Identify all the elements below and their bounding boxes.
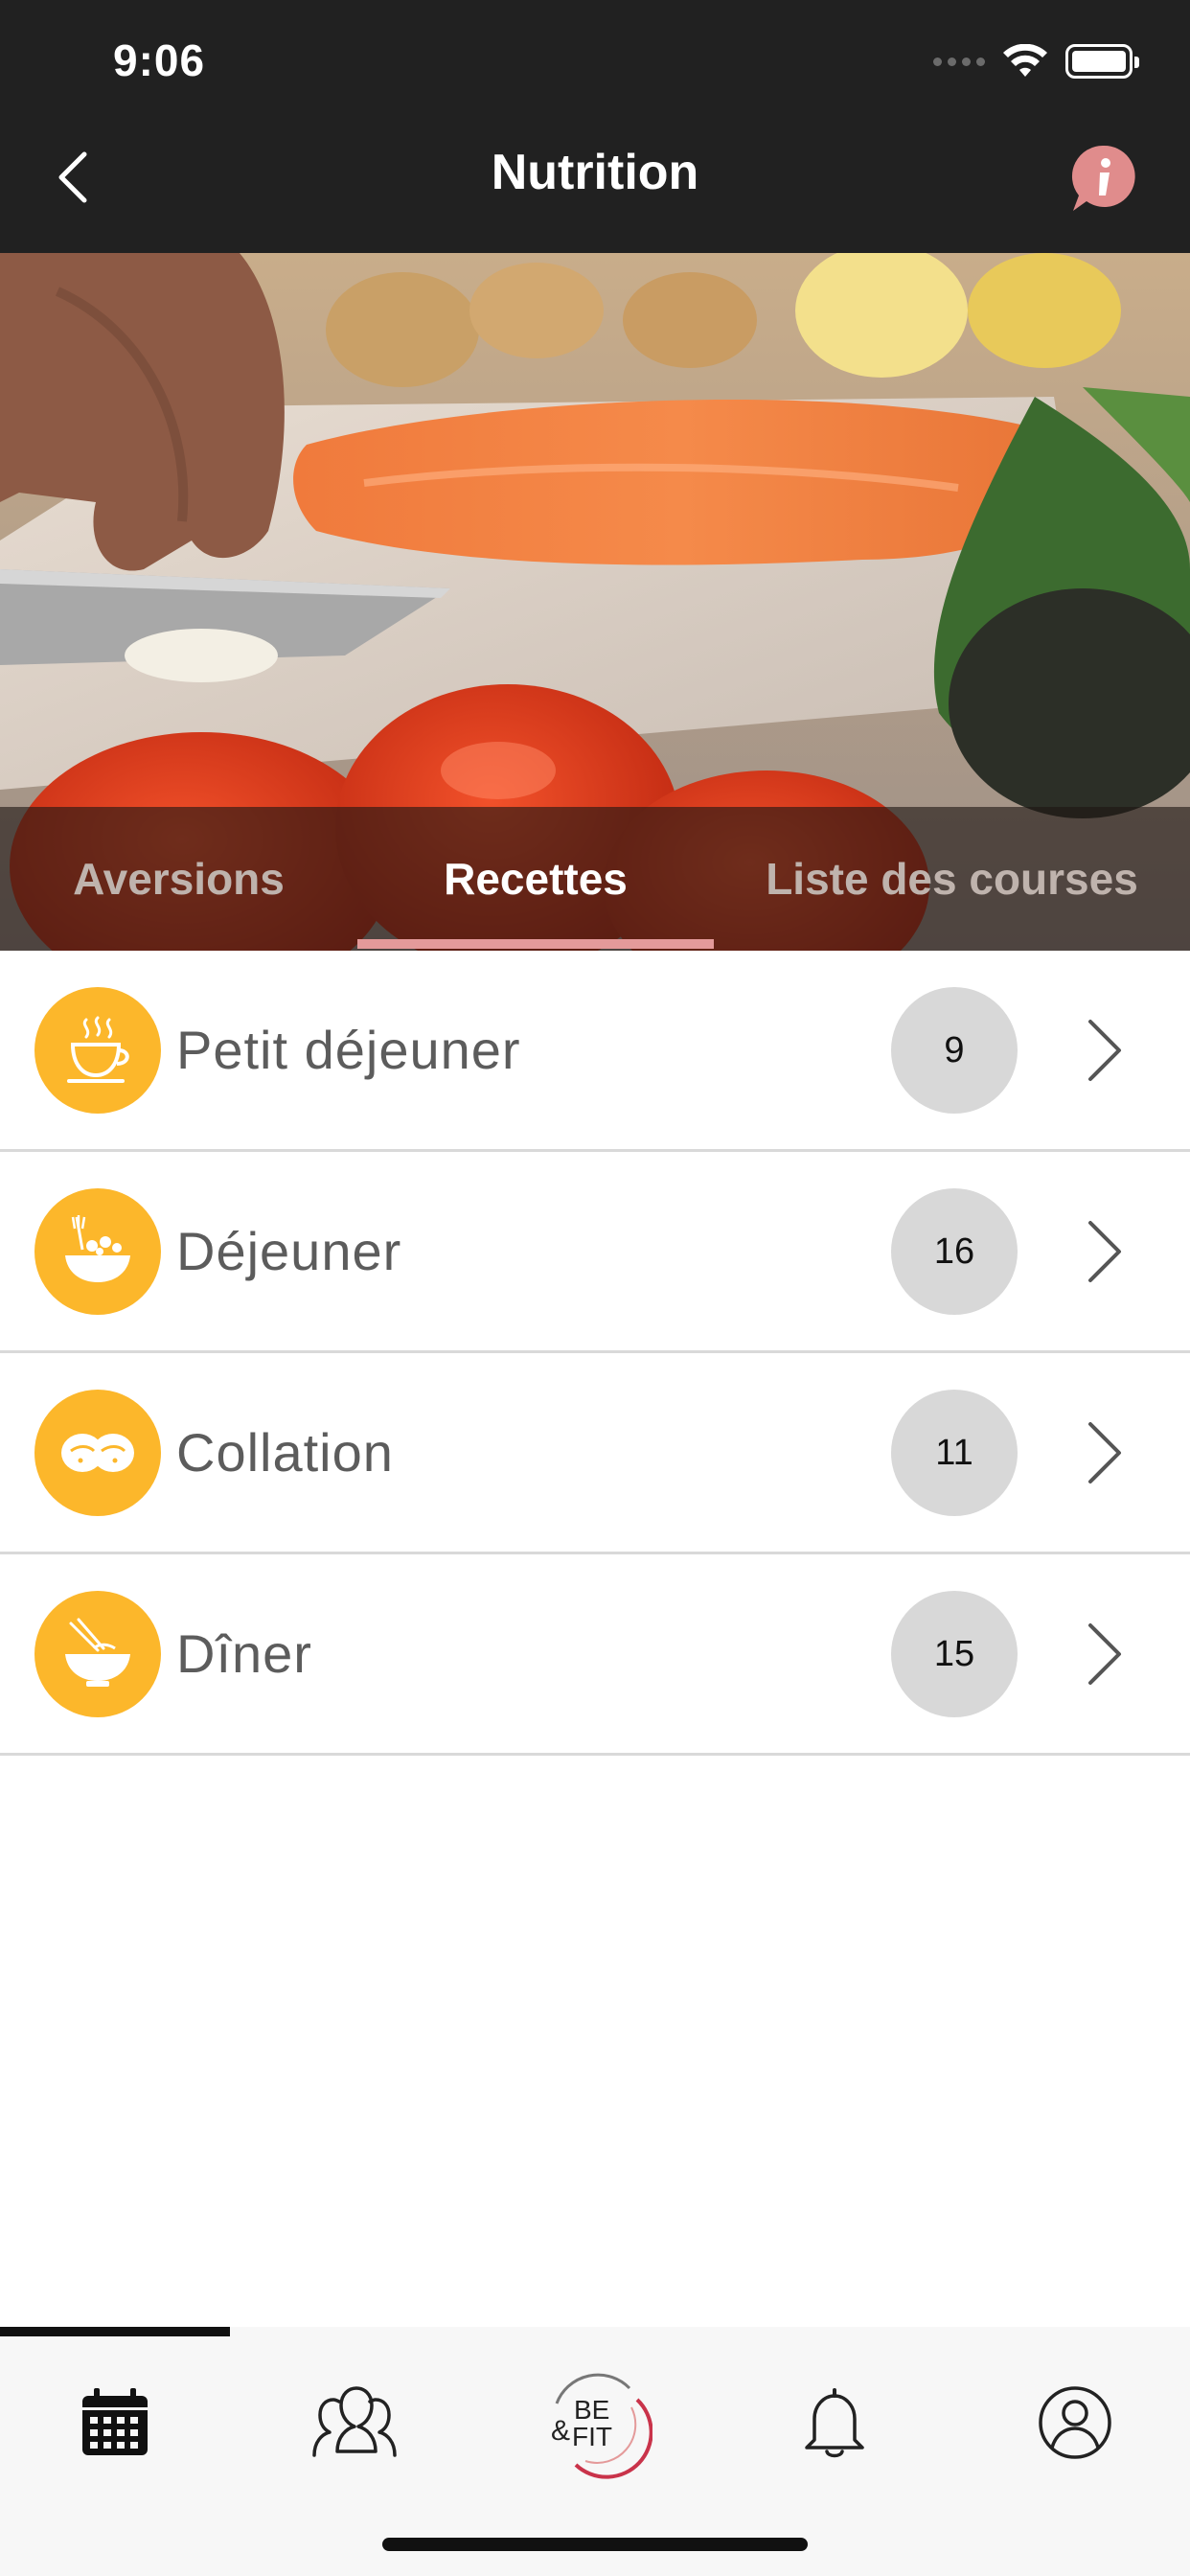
row-label: Dîner xyxy=(176,1623,312,1684)
list-item-petit-dejeuner[interactable]: Petit déjeuner 9 xyxy=(0,951,1190,1152)
bell-icon xyxy=(805,2388,864,2458)
svg-text:FIT: FIT xyxy=(572,2422,612,2451)
be-and-fit-logo: BE & FIT xyxy=(551,2373,652,2479)
count-badge: 16 xyxy=(891,1188,1018,1315)
active-tab-indicator xyxy=(357,939,714,949)
row-label: Collation xyxy=(176,1422,394,1483)
svg-text:BE: BE xyxy=(574,2395,609,2425)
calendar-icon xyxy=(82,2388,148,2455)
chevron-right-icon xyxy=(1088,1020,1121,1081)
cellular-signal-icon xyxy=(933,57,985,66)
tab-be-and-fit[interactable]: BE & FIT xyxy=(538,2365,652,2480)
tab-calendar[interactable] xyxy=(57,2365,172,2480)
count-badge: 11 xyxy=(891,1390,1018,1516)
tab-notifications[interactable] xyxy=(777,2365,892,2480)
salad-bowl-icon xyxy=(34,1188,161,1315)
page-title: Nutrition xyxy=(491,145,699,200)
tab-aversions[interactable]: Aversions xyxy=(0,807,357,951)
status-indicators xyxy=(933,42,1139,80)
active-tab-indicator xyxy=(0,2327,230,2336)
battery-icon xyxy=(1065,44,1139,79)
row-label: Petit déjeuner xyxy=(176,1020,521,1080)
segment-tabs: Aversions Recettes Liste des courses xyxy=(0,807,1190,951)
tab-liste-des-courses[interactable]: Liste des courses xyxy=(714,807,1190,951)
count-badge: 9 xyxy=(891,987,1018,1114)
chevron-right-icon xyxy=(1088,1422,1121,1484)
count-badge: 15 xyxy=(891,1591,1018,1717)
community-icon xyxy=(312,2386,397,2457)
list-item-collation[interactable]: Collation 11 xyxy=(0,1353,1190,1554)
wifi-icon xyxy=(1003,44,1047,77)
info-button[interactable] xyxy=(1067,142,1140,215)
cookies-icon xyxy=(34,1390,161,1516)
info-bubble-icon xyxy=(1071,145,1135,211)
tab-profile[interactable] xyxy=(1018,2365,1133,2480)
tab-recettes[interactable]: Recettes xyxy=(357,807,714,951)
coffee-cup-icon xyxy=(34,987,161,1114)
chevron-right-icon xyxy=(1088,1221,1121,1282)
chevron-right-icon xyxy=(1088,1623,1121,1685)
status-time: 9:06 xyxy=(113,35,206,85)
home-indicator xyxy=(382,2538,808,2551)
row-label: Déjeuner xyxy=(176,1221,402,1281)
top-bar: 9:06 Nutrition xyxy=(0,0,1190,253)
svg-text:&: & xyxy=(551,2415,570,2447)
meal-list: Petit déjeuner 9 Déjeuner 16 Collation 1… xyxy=(0,951,1190,1756)
tab-community[interactable] xyxy=(297,2365,412,2480)
list-item-diner[interactable]: Dîner 15 xyxy=(0,1554,1190,1756)
profile-icon xyxy=(1039,2386,1111,2459)
list-item-dejeuner[interactable]: Déjeuner 16 xyxy=(0,1152,1190,1353)
noodle-bowl-icon xyxy=(34,1591,161,1717)
